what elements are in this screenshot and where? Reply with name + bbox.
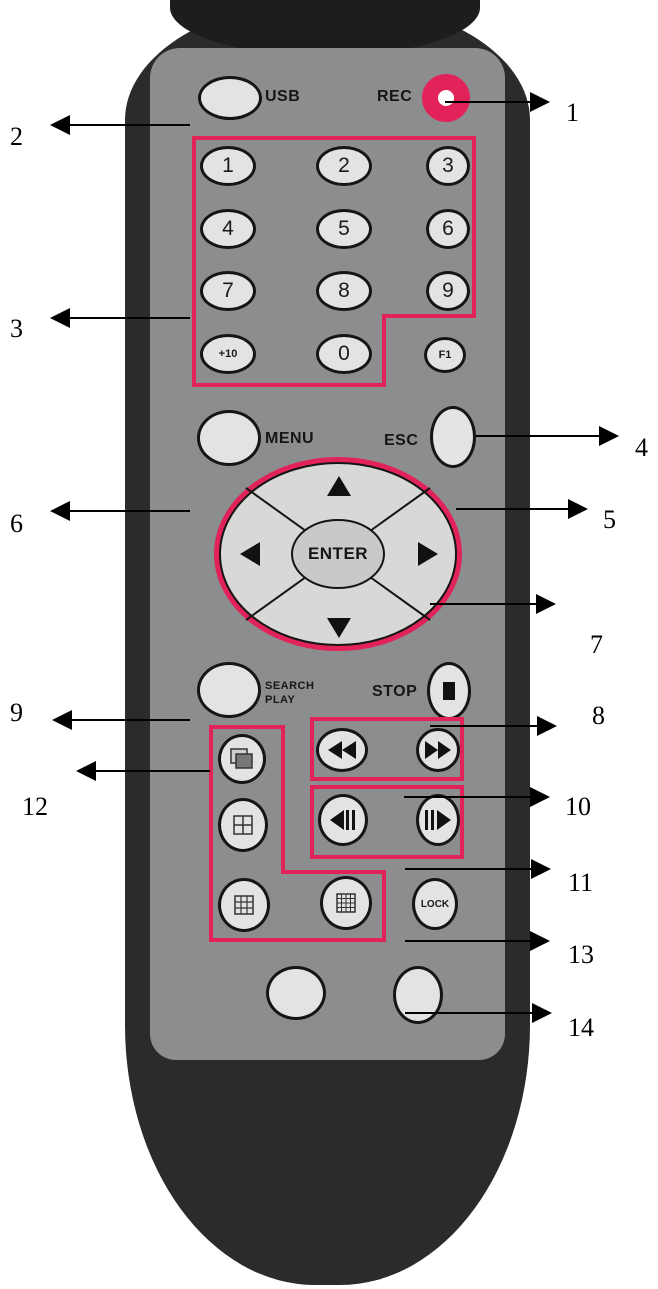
callout-5: 5 <box>603 505 616 534</box>
callout-arrows <box>50 92 619 1023</box>
callout-9: 9 <box>10 698 23 727</box>
callout-13: 13 <box>568 940 594 969</box>
callout-3: 3 <box>10 314 23 343</box>
callout-8: 8 <box>592 701 605 730</box>
callout-12: 12 <box>22 792 48 821</box>
callout-14: 14 <box>568 1013 594 1042</box>
callout-4: 4 <box>635 433 648 462</box>
callout-6: 6 <box>10 509 23 538</box>
callout-1: 1 <box>566 98 579 127</box>
callout-7: 7 <box>590 630 603 659</box>
callout-11: 11 <box>568 868 594 897</box>
callout-2: 2 <box>10 122 23 151</box>
callout-10: 10 <box>565 792 591 821</box>
